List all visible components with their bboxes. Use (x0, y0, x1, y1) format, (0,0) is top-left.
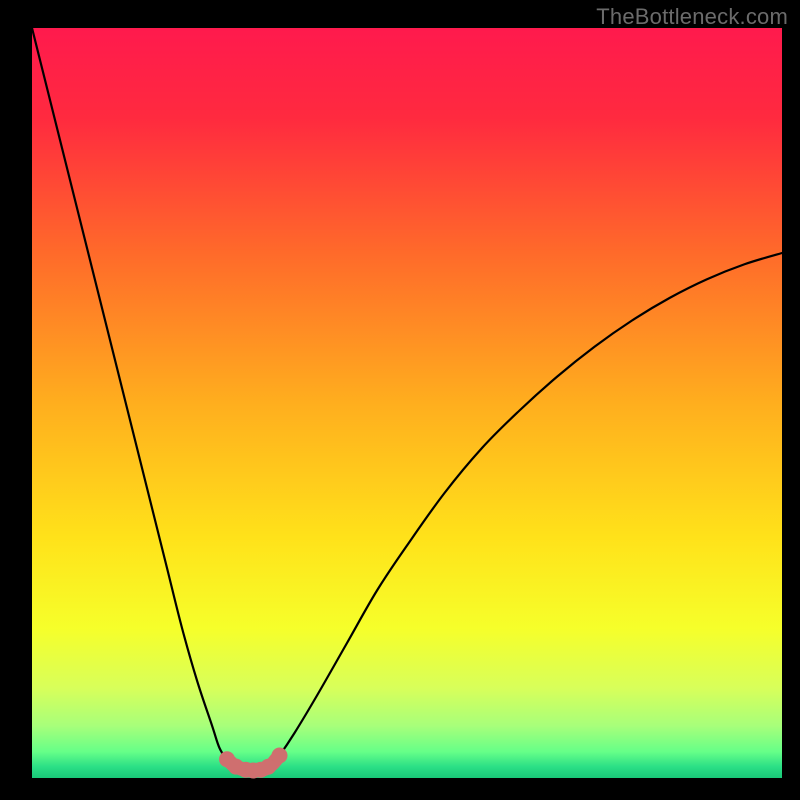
plot-background (32, 28, 782, 778)
watermark-text: TheBottleneck.com (596, 4, 788, 30)
chart-frame: TheBottleneck.com (0, 0, 800, 800)
optimal-zone-dot (272, 748, 288, 764)
bottleneck-curve-chart (0, 0, 800, 800)
